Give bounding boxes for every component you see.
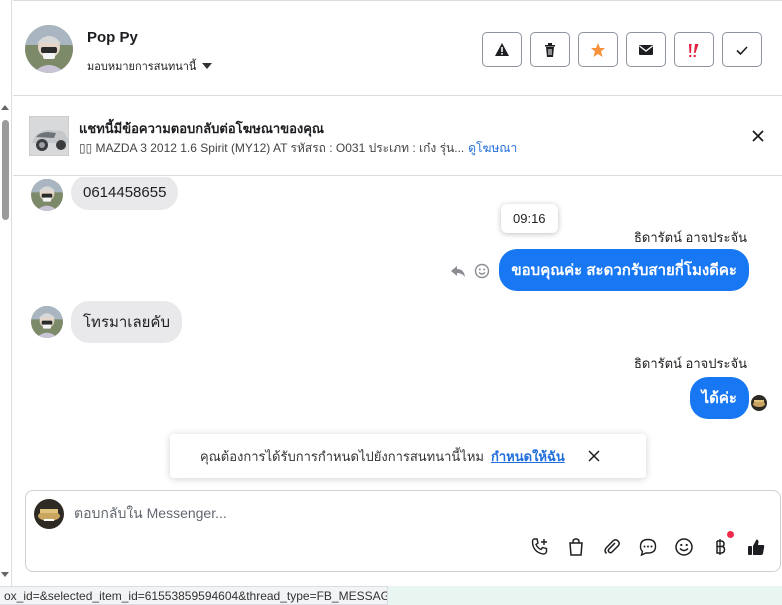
composer-toolbar	[528, 531, 768, 559]
chat-bubble-icon	[639, 538, 657, 557]
phone-plus-icon	[531, 538, 548, 555]
attach-button[interactable]	[600, 535, 624, 559]
call-button[interactable]	[528, 535, 552, 559]
scroll-up-arrow[interactable]	[1, 105, 9, 110]
assign-to-me-link[interactable]: กำหนดให้ฉัน	[491, 446, 565, 467]
assign-label: มอบหมายการสนทนานี้	[87, 61, 197, 73]
ad-description: ▯▯ MAZDA 3 2012 1.6 Spirit (MY12) AT รหั…	[79, 141, 465, 155]
page-avatar	[34, 499, 64, 529]
envelope-icon	[639, 44, 653, 55]
trash-icon	[545, 42, 555, 57]
ad-banner-subtitle: ▯▯ MAZDA 3 2012 1.6 Spirit (MY12) AT รหั…	[79, 139, 517, 158]
mark-done-button[interactable]	[722, 32, 762, 67]
scrollbar-thumb[interactable]	[2, 120, 9, 220]
contact-avatar-small	[31, 179, 63, 211]
ad-context-banner: แชทนี้มีข้อความตอบกลับต่อโฆษณาของคุณ ▯▯ …	[13, 97, 782, 176]
timestamp-tooltip: 09:16	[501, 204, 558, 233]
chevron-down-icon	[202, 63, 213, 69]
warning-icon	[495, 42, 509, 56]
scrollbar[interactable]	[0, 0, 12, 605]
saved-replies-button[interactable]	[636, 535, 660, 559]
check-icon	[736, 45, 748, 55]
spam-button[interactable]	[674, 32, 714, 67]
emoji-icon	[675, 538, 693, 556]
emoji-reaction-icon[interactable]	[474, 263, 490, 279]
baht-icon	[716, 539, 726, 555]
emoji-button[interactable]	[672, 535, 696, 559]
assign-dropdown[interactable]: มอบหมายการสนทนานี้	[87, 57, 213, 75]
view-ad-link[interactable]: ดูโฆษณา	[468, 141, 517, 155]
ad-thumbnail[interactable]	[29, 116, 69, 156]
thumbs-up-icon	[748, 539, 765, 555]
notification-dot	[727, 531, 734, 538]
sender-name: ธิดารัตน์ อาจประจัน	[633, 230, 747, 245]
spam-icon	[689, 43, 699, 57]
star-icon	[591, 42, 605, 57]
close-icon[interactable]	[587, 449, 601, 463]
app-window: Pop Py มอบหมายการสนทนานี้ แชทนี้มีข้อควา…	[0, 0, 782, 605]
status-background	[388, 586, 782, 605]
scroll-down-arrow[interactable]	[1, 572, 9, 577]
incoming-message[interactable]: 0614458655	[71, 177, 179, 210]
shop-button[interactable]	[564, 535, 588, 559]
outgoing-message[interactable]: ขอบคุณค่ะ สะดวกรับสายกี่โมงดีคะ	[499, 249, 749, 291]
incoming-message[interactable]: โทรมาเลยคับ	[71, 301, 182, 343]
like-button[interactable]	[744, 535, 768, 559]
ad-banner-title: แชทนี้มีข้อความตอบกลับต่อโฆษณาของคุณ	[79, 121, 324, 136]
reply-input[interactable]	[74, 505, 674, 521]
browser-status-url: ox_id=&selected_item_id=61553859594604&t…	[0, 586, 388, 605]
conversation-header: Pop Py มอบหมายการสนทนานี้	[13, 0, 782, 96]
message-actions	[450, 263, 490, 279]
assign-prompt: คุณต้องการได้รับการกำหนดไปยังการสนทนานี้…	[170, 434, 646, 478]
header-actions	[482, 32, 762, 67]
assign-prompt-text: คุณต้องการได้รับการกำหนดไปยังการสนทนานี้…	[200, 448, 484, 464]
delete-button[interactable]	[530, 32, 570, 67]
sender-name: ธิดารัตน์ อาจประจัน	[633, 356, 747, 371]
contact-avatar[interactable]	[25, 25, 73, 73]
reply-composer	[25, 490, 781, 572]
contact-avatar-small	[31, 306, 63, 338]
reply-icon[interactable]	[450, 263, 466, 279]
paperclip-icon	[604, 539, 620, 555]
star-button[interactable]	[578, 32, 618, 67]
outgoing-message[interactable]: ได้ค่ะ	[689, 377, 749, 419]
read-receipt-avatar	[751, 395, 767, 411]
mark-unread-button[interactable]	[626, 32, 666, 67]
close-icon[interactable]	[750, 128, 766, 144]
report-button[interactable]	[482, 32, 522, 67]
contact-name: Pop Py	[87, 29, 138, 46]
shopping-bag-icon	[569, 538, 583, 556]
payments-button[interactable]	[708, 531, 734, 559]
